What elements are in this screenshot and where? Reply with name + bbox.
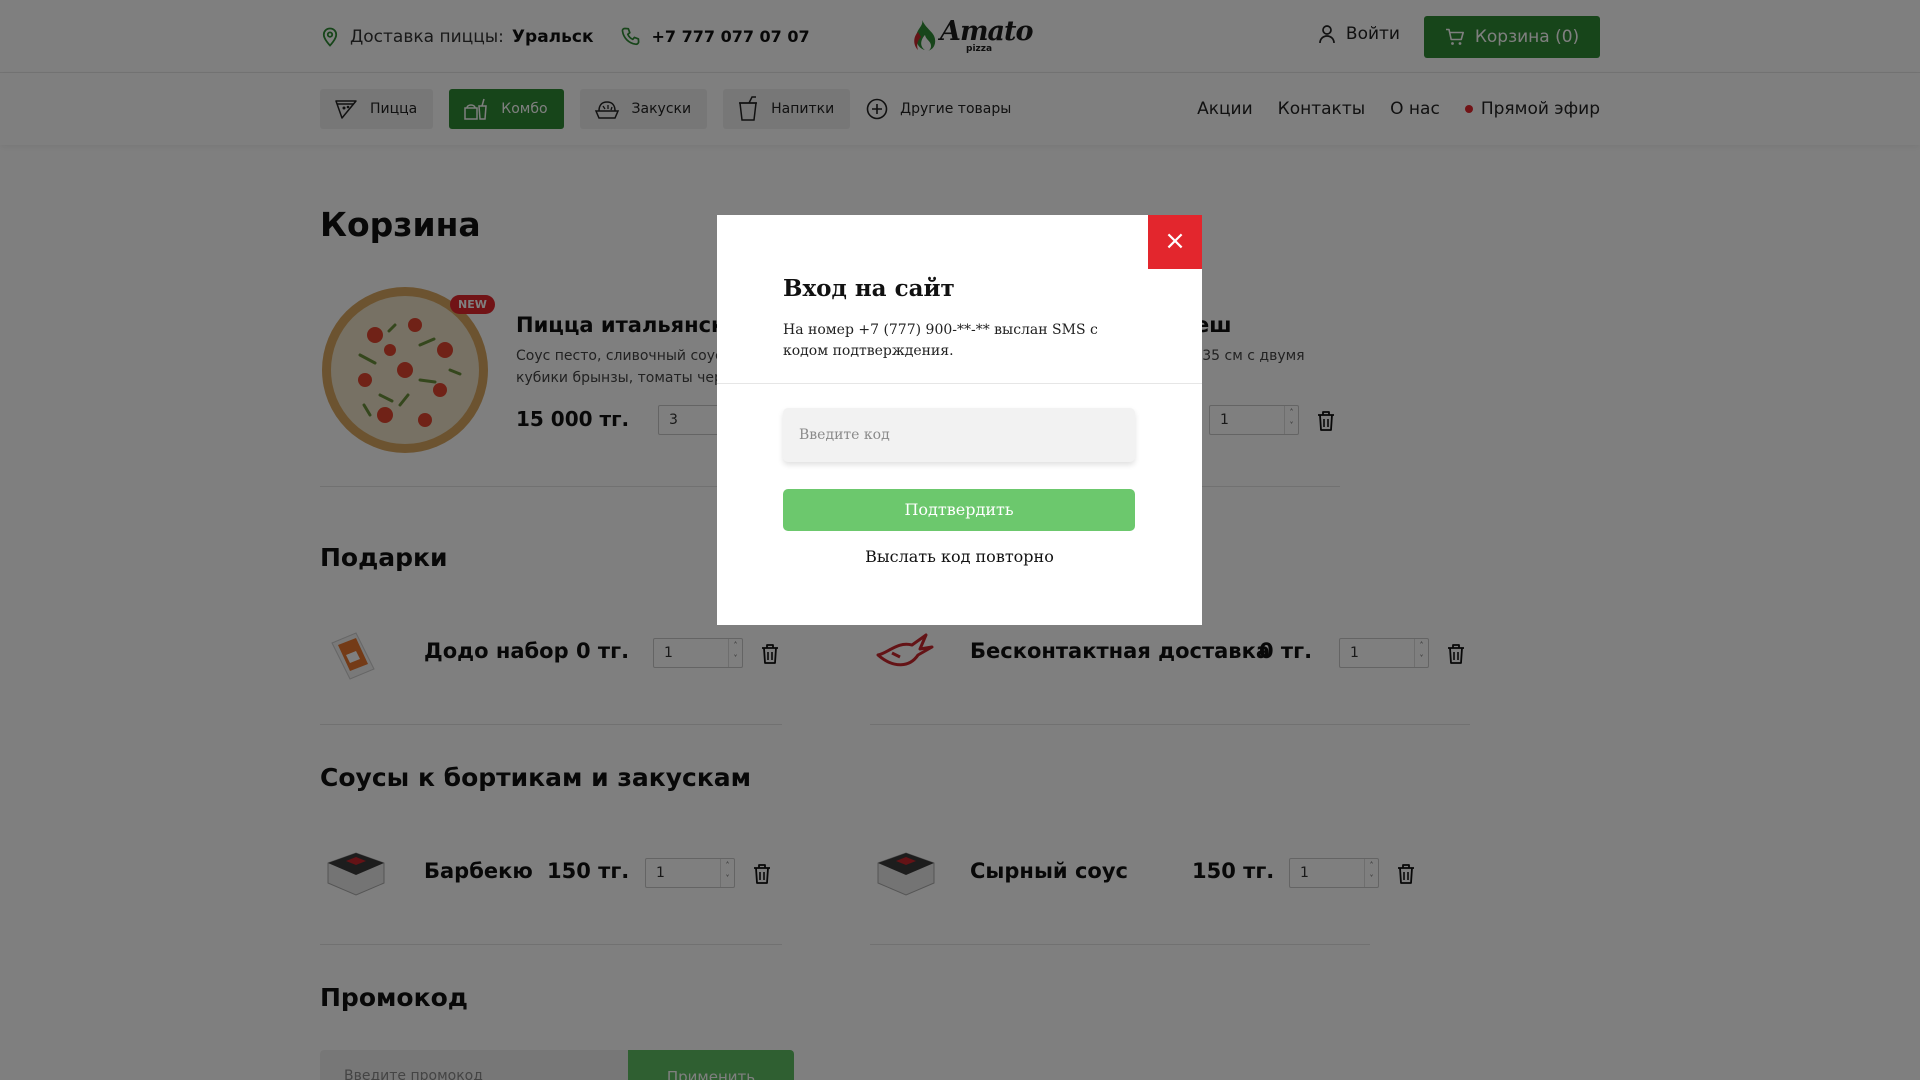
close-icon: × bbox=[1164, 226, 1186, 256]
close-button[interactable]: × bbox=[1148, 215, 1202, 269]
confirm-button[interactable]: Подтвердить bbox=[783, 489, 1135, 531]
sms-code-input[interactable]: Введите код bbox=[783, 408, 1135, 462]
modal-divider bbox=[717, 383, 1202, 384]
modal-description: На номер +7 (777) 900-**-** выслан SMS с… bbox=[783, 322, 1098, 359]
resend-code-link[interactable]: Выслать код повторно bbox=[717, 547, 1202, 566]
modal-title: Вход на сайт bbox=[783, 275, 955, 302]
login-modal: × Вход на сайт На номер +7 (777) 900-**-… bbox=[717, 215, 1202, 625]
